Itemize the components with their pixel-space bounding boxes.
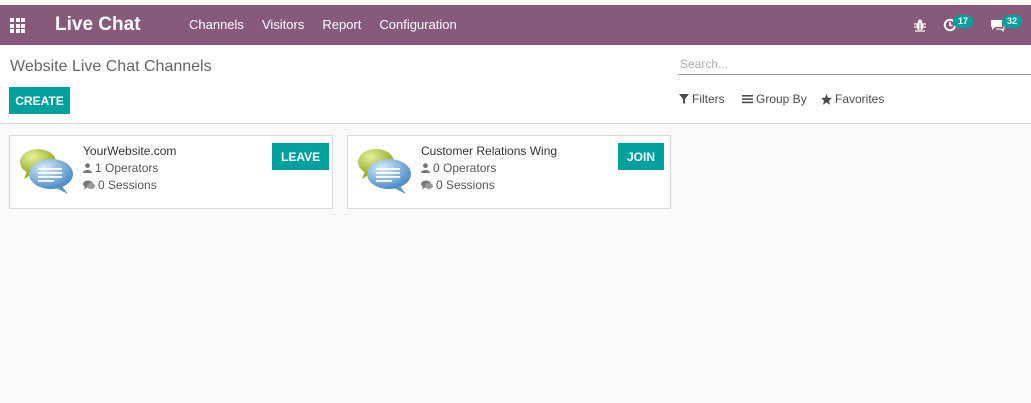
star-icon [821, 93, 832, 105]
chat-bubbles-icon [358, 149, 411, 194]
sessions-count: 0 Sessions [421, 178, 495, 192]
operators-count: 1 Operators [83, 161, 158, 175]
chat-bubbles-icon [20, 149, 73, 194]
favorites-button[interactable]: Favorites [821, 92, 884, 106]
breadcrumb: Website Live Chat Channels [10, 58, 212, 75]
create-button[interactable]: CREATE [9, 87, 70, 114]
filters-label: Filters [692, 92, 725, 106]
join-button[interactable]: JOIN [618, 143, 665, 170]
channel-card[interactable]: YourWebsite.com 1 Operators 0 Sessions L… [9, 135, 333, 209]
leave-button[interactable]: LEAVE [272, 143, 330, 170]
control-panel: Website Live Chat Channels CREATE Filter… [0, 45, 1031, 124]
main-menu: Channels Visitors Report Configuration [180, 5, 466, 45]
app-title[interactable]: Live Chat [55, 14, 141, 36]
sessions-count: 0 Sessions [83, 178, 157, 192]
top-navbar: Live Chat Channels Visitors Report Confi… [0, 5, 1031, 45]
groupby-button[interactable]: Group By [742, 92, 807, 106]
favorites-label: Favorites [835, 92, 885, 106]
user-icon [421, 163, 430, 173]
comments-icon [421, 180, 433, 190]
apps-grid-icon[interactable] [10, 18, 25, 33]
comments-icon [83, 180, 95, 190]
filter-icon [679, 94, 689, 104]
user-icon [83, 163, 92, 173]
filters-button[interactable]: Filters [679, 92, 725, 106]
channel-name: YourWebsite.com [83, 144, 177, 158]
bars-icon [742, 95, 753, 104]
channel-name: Customer Relations Wing [421, 144, 558, 158]
operators-count: 0 Operators [421, 161, 496, 175]
menu-channels[interactable]: Channels [180, 5, 253, 45]
bug-icon [914, 19, 926, 32]
menu-report[interactable]: Report [313, 5, 370, 45]
groupby-label: Group By [756, 92, 807, 106]
activity-badge: 17 [953, 15, 974, 28]
menu-visitors[interactable]: Visitors [253, 5, 313, 45]
messages-badge: 32 [1002, 15, 1023, 28]
menu-configuration[interactable]: Configuration [370, 5, 465, 45]
channel-card[interactable]: Customer Relations Wing 0 Operators 0 Se… [347, 135, 671, 209]
debug-button[interactable] [913, 5, 927, 45]
search-input[interactable] [678, 53, 1031, 75]
